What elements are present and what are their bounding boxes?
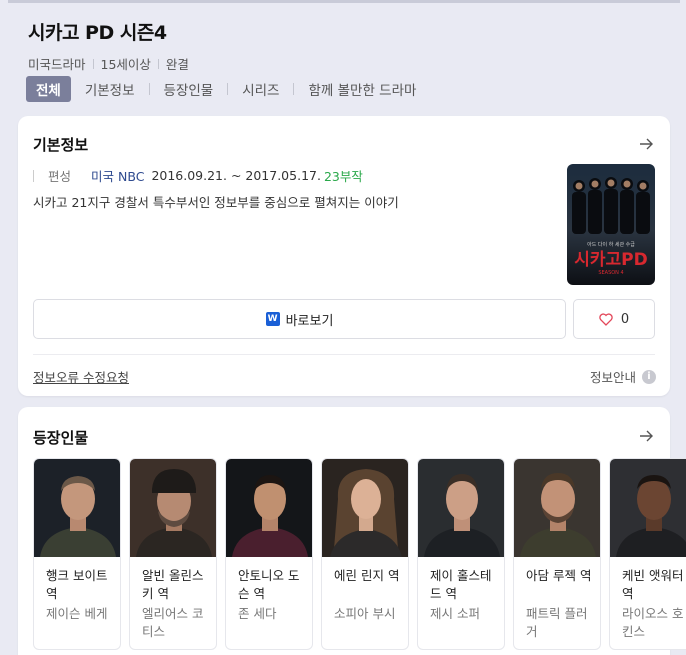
cast-item[interactable]: 안토니오 도슨 역 존 세다 xyxy=(225,458,313,650)
cast-photo xyxy=(226,459,312,557)
cast-list: 행크 보이트 역 제이슨 베게 알빈 올린스키 역 엘리어스 코티스 안토니오 … xyxy=(33,458,686,650)
meta-status: 완결 xyxy=(165,57,189,72)
cast-actor: 엘리어스 코티스 xyxy=(142,606,204,639)
cast-actor: 제이슨 베게 xyxy=(46,606,108,621)
cast-role: 알빈 올린스키 역 xyxy=(142,568,204,601)
watch-button[interactable]: W 바로보기 xyxy=(33,299,566,339)
like-count: 0 xyxy=(620,311,630,327)
cast-item[interactable]: 제이 홀스테드 역 제시 소퍼 xyxy=(417,458,505,650)
info-bar xyxy=(33,169,34,182)
cast-role: 에린 린지 역 xyxy=(334,568,400,583)
cast-actor: 패트릭 플러거 xyxy=(526,606,588,639)
broadcast-label: 편성 xyxy=(48,169,72,184)
cast-title: 등장인물 xyxy=(33,429,89,447)
poster-season: SEASON 4 xyxy=(598,270,623,276)
cast-role: 제이 홀스테드 역 xyxy=(430,568,492,601)
report-error-link[interactable]: 정보오류 수정요청 xyxy=(33,367,129,386)
broadcast-info: 편성 미국 NBC 2016.09.21. ~ 2017.05.17. 23부작 xyxy=(33,166,363,185)
episode-count[interactable]: 23부작 xyxy=(324,166,363,185)
synopsis: 시카고 21지구 경찰서 특수부서인 정보부를 중심으로 펼쳐지는 이야기 xyxy=(33,195,399,210)
cast-item[interactable]: 알빈 올린스키 역 엘리어스 코티스 xyxy=(129,458,217,650)
page-title: 시카고 PD 시즌4 xyxy=(28,22,167,44)
tab-all[interactable]: 전체 xyxy=(26,76,71,102)
cast-photo xyxy=(418,459,504,557)
tab-cast[interactable]: 등장인물 xyxy=(164,76,214,102)
meta-separator xyxy=(92,58,94,69)
tab-recommended[interactable]: 함께 볼만한 드라마 xyxy=(308,76,416,102)
cast-actor: 존 세다 xyxy=(238,606,277,621)
page-header: 시카고 PD 시즌4 미국드라마 15세이상 완결 xyxy=(28,18,668,73)
info-guide-button[interactable]: 정보안내 i xyxy=(590,367,656,386)
broadcaster-link[interactable]: 미국 NBC xyxy=(91,166,144,185)
cast-role: 아담 루젝 역 xyxy=(526,568,592,583)
cast-photo xyxy=(514,459,600,557)
wavve-logo-icon: W xyxy=(265,312,280,326)
like-button[interactable]: 0 xyxy=(573,299,655,339)
arrow-right-icon[interactable] xyxy=(638,136,654,152)
cast-photo xyxy=(34,459,120,557)
divider xyxy=(33,354,655,355)
cast-role: 케빈 앳워터 역 xyxy=(622,568,684,601)
cast-photo xyxy=(130,459,216,557)
cast-photo xyxy=(322,459,408,557)
cast-actor: 라이오스 호킨스 xyxy=(622,606,684,639)
cast-item[interactable]: 아담 루젝 역 패트릭 플러거 xyxy=(513,458,601,650)
heart-icon xyxy=(599,312,613,326)
arrow-right-icon[interactable] xyxy=(638,428,654,444)
tab-separator xyxy=(227,83,229,95)
meta-genre: 미국드라마 xyxy=(28,57,86,72)
meta-info: 미국드라마 15세이상 완결 xyxy=(28,54,668,73)
info-guide-label: 정보안내 xyxy=(589,370,636,385)
tab-series[interactable]: 시리즈 xyxy=(242,76,279,102)
cast-card: 등장인물 행크 보이트 역 제이슨 베게 알빈 올린스키 역 엘리어스 코티스 … xyxy=(18,407,686,655)
poster-title: 시카고PD xyxy=(574,250,648,270)
tab-basic-info[interactable]: 기본정보 xyxy=(85,76,135,102)
tab-separator xyxy=(293,83,295,95)
cast-role: 안토니오 도슨 역 xyxy=(238,568,300,601)
info-icon: i xyxy=(642,369,656,384)
cast-item[interactable]: 행크 보이트 역 제이슨 베게 xyxy=(33,458,121,650)
tab-separator xyxy=(148,83,150,95)
cast-actor: 제시 소퍼 xyxy=(430,606,480,621)
basic-info-card: 기본정보 편성 미국 NBC 2016.09.21. ~ 2017.05.17.… xyxy=(18,116,670,396)
cast-photo xyxy=(610,459,686,557)
cast-item[interactable]: 케빈 앳워터 역 라이오스 호킨스 xyxy=(609,458,686,650)
watch-label: 바로보기 xyxy=(285,313,334,329)
air-dates: 2016.09.21. ~ 2017.05.17. xyxy=(151,168,321,183)
meta-rating: 15세이상 xyxy=(100,57,151,72)
tab-bar: 전체 기본정보 등장인물 시리즈 함께 볼만한 드라마 xyxy=(26,76,416,102)
top-border xyxy=(8,0,680,3)
meta-separator xyxy=(157,58,159,69)
cast-item[interactable]: 에린 린지 역 소피아 부시 xyxy=(321,458,409,650)
basic-info-title: 기본정보 xyxy=(33,136,89,154)
poster-image[interactable]: 아드 다이 하 세관 수급 시카고PD SEASON 4 xyxy=(567,164,655,285)
cast-actor: 소피아 부시 xyxy=(334,606,396,621)
poster-top-text: 아드 다이 하 세관 수급 xyxy=(587,241,635,248)
cast-role: 행크 보이트 역 xyxy=(46,568,108,601)
